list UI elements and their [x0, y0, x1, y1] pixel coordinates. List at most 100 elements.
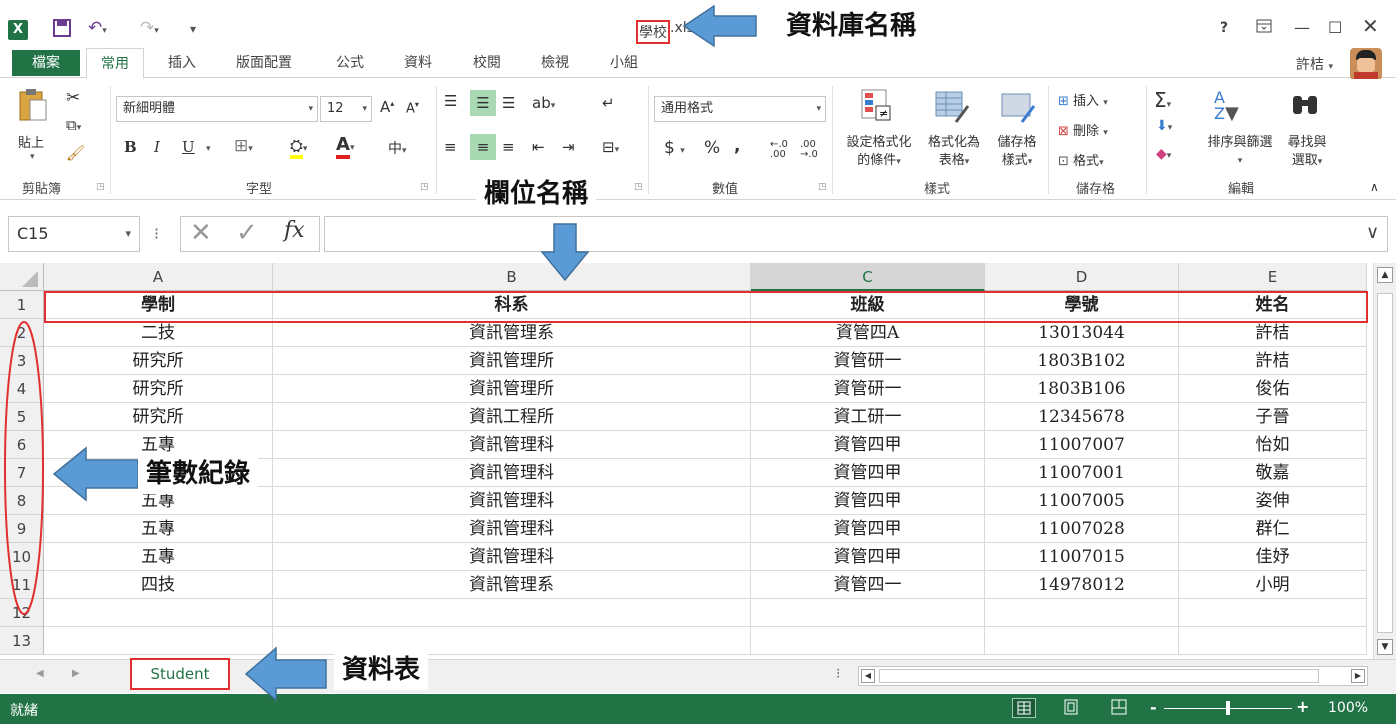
data-cell[interactable] — [985, 599, 1179, 627]
orientation-icon[interactable]: ab▾ — [532, 94, 555, 112]
user-name[interactable]: 許桔 ▾ — [1296, 54, 1333, 74]
find-select-button[interactable]: 尋找與 選取▾ — [1284, 134, 1330, 171]
zoom-slider-thumb[interactable] — [1226, 701, 1230, 715]
conditional-format-button[interactable]: 設定格式化 的條件▾ — [840, 134, 918, 171]
formula-bar-options-icon[interactable]: ⁝ — [154, 224, 159, 243]
row-header[interactable]: 13 — [0, 627, 44, 655]
data-cell[interactable]: 資訊管理所 — [273, 347, 751, 375]
clear-icon[interactable]: ◆▾ — [1156, 146, 1171, 162]
percent-button[interactable]: % — [704, 138, 720, 158]
data-cell[interactable] — [751, 599, 985, 627]
data-cell[interactable]: 資訊管理所 — [273, 375, 751, 403]
alignment-launcher-icon[interactable]: ◳ — [634, 182, 643, 192]
tab-insert[interactable]: 插入 — [168, 52, 196, 72]
minimize-icon[interactable]: — — [1294, 18, 1310, 37]
column-header-c[interactable]: C — [751, 263, 985, 291]
data-cell[interactable]: 佳妤 — [1179, 543, 1367, 571]
number-launcher-icon[interactable]: ◳ — [818, 182, 827, 192]
scroll-up-icon[interactable]: ▲ — [1377, 267, 1393, 283]
data-cell[interactable]: 子晉 — [1179, 403, 1367, 431]
data-cell[interactable]: 研究所 — [44, 347, 273, 375]
paste-icon[interactable] — [18, 88, 48, 126]
name-box[interactable]: C15 ▾ — [8, 216, 140, 252]
data-cell[interactable]: 研究所 — [44, 375, 273, 403]
data-cell[interactable] — [985, 627, 1179, 655]
data-cell[interactable]: 資管研一 — [751, 375, 985, 403]
expand-formula-bar-icon[interactable]: ∨ — [1366, 222, 1379, 243]
data-cell[interactable]: 13013044 — [985, 319, 1179, 347]
data-cell[interactable]: 資訊管理科 — [273, 431, 751, 459]
phonetic-guide-button[interactable]: 中▾ — [388, 138, 407, 158]
zoom-in-button[interactable]: + — [1296, 697, 1309, 716]
tab-formulas[interactable]: 公式 — [336, 52, 364, 72]
ribbon-display-icon[interactable] — [1256, 18, 1272, 37]
sort-filter-icon[interactable]: A Z▼ — [1214, 90, 1239, 123]
data-cell[interactable] — [273, 599, 751, 627]
maximize-icon[interactable]: ☐ — [1328, 18, 1342, 37]
font-launcher-icon[interactable]: ◳ — [420, 182, 429, 192]
zoom-out-button[interactable]: - — [1150, 698, 1157, 717]
data-cell[interactable] — [751, 627, 985, 655]
format-as-table-button[interactable]: 格式化為 表格▾ — [922, 134, 986, 171]
shrink-font-icon[interactable]: A▾ — [406, 100, 419, 116]
close-icon[interactable]: ✕ — [1362, 14, 1379, 38]
sort-filter-button[interactable]: 排序與篩選 ▾ — [1200, 134, 1280, 170]
format-cells-button[interactable]: ⊡ 格式▾ — [1058, 150, 1104, 169]
find-select-icon[interactable] — [1290, 90, 1320, 126]
column-header-b[interactable]: B — [273, 263, 751, 291]
font-size-select[interactable]: 12 ▾ — [320, 96, 372, 122]
tab-review[interactable]: 校閱 — [473, 52, 501, 72]
increase-decimal-icon[interactable]: ←.0.00 — [770, 140, 788, 160]
clipboard-launcher-icon[interactable]: ◳ — [96, 182, 105, 192]
data-cell[interactable]: 資管四甲 — [751, 431, 985, 459]
data-cell[interactable]: 四技 — [44, 571, 273, 599]
cancel-entry-icon[interactable]: ✕ — [190, 218, 212, 248]
paste-caret[interactable]: ▾ — [30, 152, 35, 162]
align-bottom-icon[interactable]: ☰ — [502, 94, 515, 112]
select-all-button[interactable] — [0, 263, 44, 291]
comma-style-button[interactable]: , — [734, 136, 740, 156]
wrap-text-icon[interactable]: ↵ — [602, 94, 615, 112]
data-cell[interactable]: 資訊管理系 — [273, 571, 751, 599]
row-header[interactable]: 1 — [0, 291, 44, 319]
data-cell[interactable]: 資管四甲 — [751, 515, 985, 543]
data-cell[interactable]: 資訊管理科 — [273, 543, 751, 571]
align-top-icon[interactable]: ☰ — [444, 92, 457, 110]
scroll-left-icon[interactable]: ◀ — [861, 669, 875, 683]
decrease-indent-icon[interactable]: ⇤ — [532, 138, 545, 156]
data-cell[interactable]: 1803B106 — [985, 375, 1179, 403]
page-break-view-icon[interactable] — [1108, 698, 1130, 720]
zoom-level[interactable]: 100% — [1328, 700, 1368, 716]
data-cell[interactable]: 資管研一 — [751, 347, 985, 375]
help-button[interactable]: ? — [1220, 20, 1228, 36]
data-cell[interactable]: 1803B102 — [985, 347, 1179, 375]
vertical-scroll-thumb[interactable] — [1377, 293, 1393, 633]
font-name-select[interactable]: 新細明體 ▾ — [116, 96, 318, 122]
currency-button[interactable]: $ ▾ — [664, 138, 685, 158]
tab-page-layout[interactable]: 版面配置 — [236, 52, 292, 72]
insert-function-button[interactable]: fx — [284, 218, 305, 243]
data-cell[interactable]: 資工研一 — [751, 403, 985, 431]
cell-styles-button[interactable]: 儲存格 樣式▾ — [992, 134, 1042, 171]
data-cell[interactable]: 資訊管理科 — [273, 515, 751, 543]
increase-indent-icon[interactable]: ⇥ — [562, 138, 575, 156]
grow-font-icon[interactable]: A▴ — [380, 98, 394, 116]
vertical-scrollbar[interactable]: ▲ ▼ — [1373, 263, 1396, 659]
data-cell[interactable] — [1179, 627, 1367, 655]
data-cell[interactable]: 研究所 — [44, 403, 273, 431]
avatar[interactable] — [1350, 48, 1382, 80]
data-cell[interactable]: 11007007 — [985, 431, 1179, 459]
data-cell[interactable]: 資管四一 — [751, 571, 985, 599]
data-cell[interactable]: 11007028 — [985, 515, 1179, 543]
conditional-format-icon[interactable]: ≠ — [860, 88, 894, 128]
data-cell[interactable]: 資訊管理系 — [273, 319, 751, 347]
tab-team[interactable]: 小組 — [610, 52, 638, 72]
data-cell[interactable]: 俊佑 — [1179, 375, 1367, 403]
format-painter-icon[interactable]: 🖌 — [66, 144, 85, 162]
data-cell[interactable]: 11007015 — [985, 543, 1179, 571]
paste-button[interactable]: 貼上 — [18, 132, 44, 151]
next-sheet-icon[interactable]: ▶ — [72, 668, 80, 679]
data-cell[interactable]: 敬嘉 — [1179, 459, 1367, 487]
save-icon[interactable] — [52, 18, 72, 43]
scroll-right-icon[interactable]: ▶ — [1351, 669, 1365, 683]
